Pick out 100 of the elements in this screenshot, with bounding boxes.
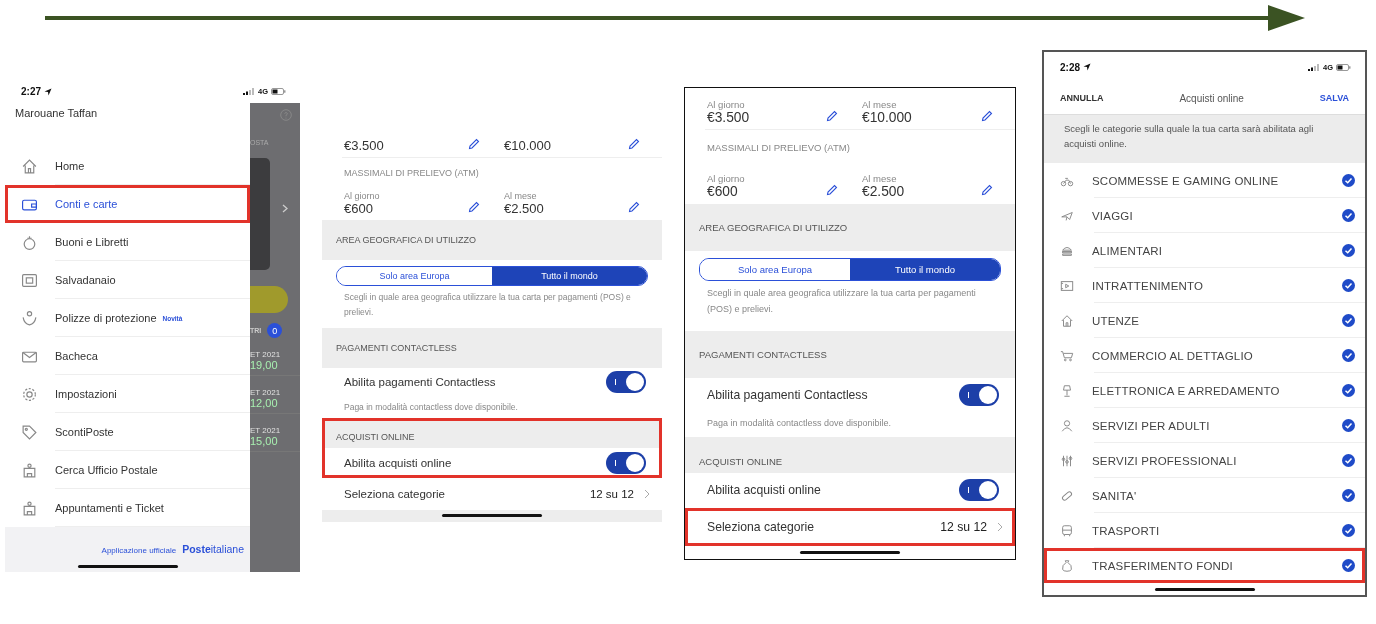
tools-icon bbox=[1060, 453, 1074, 468]
category-label: ELETTRONICA E ARREDAMENTO bbox=[1092, 384, 1281, 397]
pencil-icon[interactable] bbox=[628, 201, 640, 213]
section-header: PAGAMENTI CONTACTLESS bbox=[322, 328, 662, 368]
signal-icon bbox=[1308, 63, 1320, 71]
section-header: ACQUISTI ONLINE bbox=[685, 437, 1015, 473]
checkmark-icon[interactable] bbox=[1342, 489, 1355, 502]
screen-title: Acquisti online bbox=[1179, 92, 1244, 104]
category-label: TRASFERIMENTO FONDI bbox=[1092, 559, 1234, 572]
limit-value: €3.500 bbox=[707, 109, 750, 125]
row-value: 12 su 12 bbox=[940, 519, 987, 534]
pencil-icon[interactable] bbox=[468, 201, 480, 213]
brand-logo: Posteitaliane bbox=[182, 543, 244, 555]
toggle-label: Abilita acquisti online bbox=[344, 457, 452, 469]
building-icon bbox=[21, 499, 38, 517]
battery-icon bbox=[271, 88, 286, 95]
limit-value: €10.000 bbox=[504, 138, 551, 153]
help-text: Paga in modalità contactless dove disponibile. bbox=[706, 416, 893, 430]
pill-shape bbox=[250, 286, 288, 313]
tag-icon bbox=[21, 423, 38, 441]
section-header: PAGAMENTI CONTACTLESS bbox=[685, 331, 1015, 379]
checkmark-icon[interactable] bbox=[1342, 174, 1355, 187]
pencil-icon[interactable] bbox=[981, 109, 993, 122]
limit-value: €3.500 bbox=[344, 138, 384, 153]
checkmark-icon[interactable] bbox=[1342, 524, 1355, 537]
limit-value: €2.500 bbox=[862, 183, 905, 199]
home-icon bbox=[21, 157, 38, 175]
money-bag-icon bbox=[1060, 558, 1074, 573]
toggle-switch[interactable] bbox=[959, 383, 999, 406]
checkmark-icon[interactable] bbox=[1342, 419, 1355, 432]
toggle-label: Abilita pagamenti Contactless bbox=[707, 387, 868, 402]
field-label: Al mese bbox=[862, 172, 898, 184]
pencil-icon[interactable] bbox=[468, 138, 480, 150]
status-time: 2:28 bbox=[1060, 61, 1080, 73]
segment-option[interactable]: Tutto il mondo bbox=[492, 267, 647, 285]
video-icon bbox=[1060, 278, 1074, 293]
bandage-icon bbox=[1060, 488, 1074, 503]
entry-date: ET 2021 bbox=[250, 388, 282, 397]
category-label: VIAGGI bbox=[1092, 209, 1134, 222]
pencil-icon[interactable] bbox=[981, 183, 993, 196]
category-label: COMMERCIO AL DETTAGLIO bbox=[1092, 349, 1254, 362]
checkmark-icon[interactable] bbox=[1342, 454, 1355, 467]
pencil-icon[interactable] bbox=[826, 183, 838, 196]
filter-count: 0 bbox=[267, 323, 283, 338]
section-header: ACQUISTI ONLINE bbox=[322, 418, 662, 448]
category-label: UTENZE bbox=[1092, 314, 1141, 327]
menu-label: Polizze di protezione bbox=[55, 312, 157, 324]
lamp-icon bbox=[1060, 383, 1074, 398]
field-label: Al mese bbox=[862, 98, 898, 110]
entry-amount: 19,00 bbox=[250, 359, 279, 371]
bus-icon bbox=[1060, 523, 1074, 538]
limit-value: €600 bbox=[707, 183, 738, 199]
toggle-switch[interactable] bbox=[606, 371, 646, 393]
checkmark-icon[interactable] bbox=[1342, 384, 1355, 397]
battery-icon bbox=[1336, 63, 1351, 71]
building-icon bbox=[21, 461, 38, 479]
checkmark-icon[interactable] bbox=[1342, 314, 1355, 327]
checkmark-icon[interactable] bbox=[1342, 559, 1355, 572]
entry-date: ET 2021 bbox=[250, 426, 282, 435]
row-label: Seleziona categorie bbox=[344, 488, 446, 500]
toggle-switch[interactable] bbox=[959, 479, 999, 502]
pencil-icon[interactable] bbox=[628, 138, 640, 150]
category-label: INTRATTENIMENTO bbox=[1092, 279, 1205, 292]
limit-value: €600 bbox=[344, 201, 374, 216]
checkmark-icon[interactable] bbox=[1342, 209, 1355, 222]
row-label: Seleziona categorie bbox=[707, 519, 816, 534]
section-header: AREA GEOGRAFICA DI UTILIZZO bbox=[322, 220, 662, 260]
category-label: SERVIZI PROFESSIONALI bbox=[1092, 454, 1238, 467]
gear-icon bbox=[21, 385, 38, 403]
help-text: Paga in modalità contactless dove disponibile. bbox=[343, 401, 519, 414]
row-value: 12 su 12 bbox=[589, 488, 634, 500]
chevron-icon bbox=[282, 203, 288, 213]
cart-icon bbox=[1060, 348, 1074, 363]
checkmark-icon[interactable] bbox=[1342, 349, 1355, 362]
description-text: Scegli le categorie sulla quale la tua carta sarà abilitata agli acquisti online. bbox=[1044, 115, 1365, 163]
save-button[interactable]: SALVA bbox=[1319, 93, 1349, 103]
footer-caption: Applicazione ufficiale bbox=[101, 546, 177, 555]
checkmark-icon[interactable] bbox=[1342, 279, 1355, 292]
field-label: Al giorno bbox=[707, 98, 746, 110]
category-label: ALIMENTARI bbox=[1092, 244, 1164, 257]
segment-option[interactable]: Tutto il mondo bbox=[850, 259, 1000, 281]
group-caption: MASSIMALI DI PRELIEVO (ATM) bbox=[706, 141, 851, 156]
limit-value: €10.000 bbox=[862, 109, 912, 125]
section-header: AREA GEOGRAFICA DI UTILIZZO bbox=[685, 203, 1015, 251]
pot-icon bbox=[21, 233, 38, 251]
hands-icon bbox=[21, 309, 38, 327]
user-name: Marouane Taffan bbox=[14, 106, 99, 121]
cancel-button[interactable]: ANNULLA bbox=[1060, 93, 1104, 103]
checkmark-icon[interactable] bbox=[1342, 244, 1355, 257]
toggle-switch[interactable] bbox=[606, 452, 646, 474]
chevron-icon bbox=[997, 521, 1003, 532]
entry-date: ET 2021 bbox=[250, 350, 282, 359]
pencil-icon[interactable] bbox=[826, 109, 838, 122]
category-label: TRASPORTI bbox=[1092, 524, 1161, 537]
signal-icon bbox=[243, 88, 255, 95]
field-label: Al giorno bbox=[707, 172, 745, 184]
toggle-label: Abilita acquisti online bbox=[707, 483, 821, 498]
location-icon bbox=[44, 87, 52, 96]
entry-amount: 15,00 bbox=[250, 435, 279, 447]
safe-icon bbox=[21, 271, 38, 289]
